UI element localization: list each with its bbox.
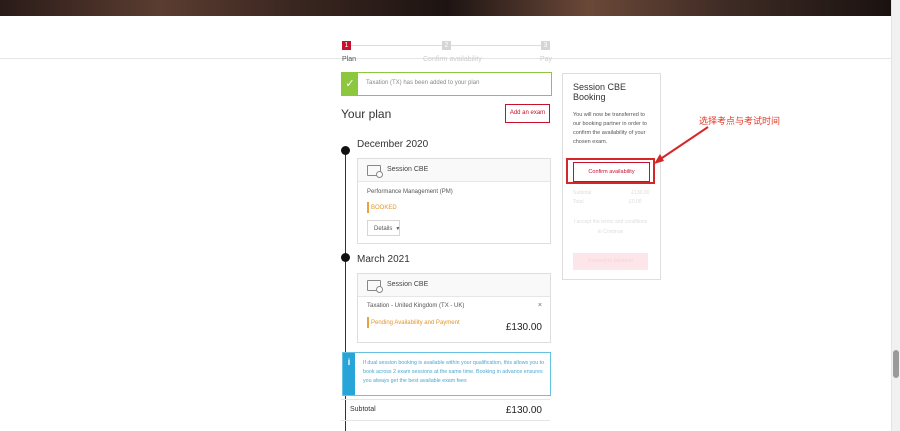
status-badge: Pending Availability and Payment bbox=[371, 320, 460, 326]
alert-message: Taxation (TX) has been added to your pla… bbox=[366, 80, 480, 86]
status-badge: BOOKED bbox=[371, 205, 397, 211]
check-icon: ✓ bbox=[342, 73, 358, 95]
remove-exam-button[interactable]: × bbox=[538, 302, 542, 309]
month-heading: December 2020 bbox=[357, 139, 429, 150]
add-exam-button[interactable]: Add an exam bbox=[505, 104, 550, 123]
side-summary-row: Total £0.00 bbox=[573, 199, 642, 205]
summary-label: Total bbox=[573, 199, 584, 205]
summary-value: £130.00 bbox=[631, 190, 650, 196]
stepper-line bbox=[351, 45, 442, 46]
status-indicator bbox=[367, 202, 369, 213]
info-box: i If dual session booking is available w… bbox=[342, 352, 551, 396]
step-1-label[interactable]: Plan bbox=[342, 56, 356, 63]
subtotal-label: Subtotal bbox=[350, 406, 376, 413]
scrollbar-thumb[interactable] bbox=[893, 350, 899, 378]
success-alert: ✓ Taxation (TX) has been added to your p… bbox=[341, 72, 552, 96]
step-2-label: Confirm availability bbox=[423, 56, 482, 63]
step-3-label: Pay bbox=[540, 56, 553, 63]
details-dropdown[interactable]: Details ▼ bbox=[367, 220, 400, 236]
terms-text[interactable]: I accept the terms and conditions to Con… bbox=[573, 217, 648, 237]
card-header-label: Session CBE bbox=[387, 166, 429, 173]
summary-value: £0.00 bbox=[629, 199, 642, 205]
card-header: Session CBE bbox=[358, 274, 550, 297]
progress-stepper: 1 2 3 Plan Confirm availability Pay bbox=[0, 16, 892, 63]
exam-price: £130.00 bbox=[505, 322, 542, 333]
step-3-number: 3 bbox=[541, 41, 550, 50]
status-indicator bbox=[367, 317, 369, 328]
info-icon: i bbox=[343, 353, 355, 395]
scrollbar[interactable] bbox=[891, 0, 900, 431]
proceed-to-payment-button: Proceed to payment bbox=[573, 253, 648, 270]
timeline-dot bbox=[341, 146, 350, 155]
side-summary-row: Subtotal £130.00 bbox=[573, 190, 649, 196]
summary-label: Subtotal bbox=[573, 190, 592, 196]
timeline-dot bbox=[341, 253, 350, 262]
side-panel-description: You will now be transferred to our booki… bbox=[573, 112, 647, 145]
subtotal-value: £130.00 bbox=[505, 405, 542, 416]
stepper-line bbox=[451, 45, 541, 46]
page-title: Your plan bbox=[341, 107, 392, 121]
chevron-down-icon: ▼ bbox=[395, 226, 401, 232]
side-panel-title: Session CBE Booking bbox=[573, 82, 627, 102]
hero-banner bbox=[0, 0, 892, 16]
card-header-label: Session CBE bbox=[387, 281, 429, 288]
exam-name: Taxation - United Kingdom (TX - UK) bbox=[367, 303, 465, 309]
month-heading: March 2021 bbox=[357, 254, 410, 265]
info-text: If dual session booking is available wit… bbox=[363, 360, 545, 384]
details-label: Details bbox=[374, 226, 393, 232]
step-1-number[interactable]: 1 bbox=[342, 41, 351, 50]
card-header: Session CBE bbox=[358, 159, 550, 182]
exam-card: Session CBE Taxation - United Kingdom (T… bbox=[357, 273, 551, 343]
computer-exam-icon bbox=[367, 280, 383, 293]
annotation-highlight-box bbox=[566, 158, 655, 184]
step-2-number: 2 bbox=[442, 41, 451, 50]
computer-exam-icon bbox=[367, 165, 383, 178]
subtotal-row: Subtotal £130.00 bbox=[341, 399, 550, 421]
exam-card: Session CBE Performance Management (PM) … bbox=[357, 158, 551, 244]
exam-name: Performance Management (PM) bbox=[367, 189, 453, 195]
annotation-arrow-icon bbox=[654, 126, 709, 164]
